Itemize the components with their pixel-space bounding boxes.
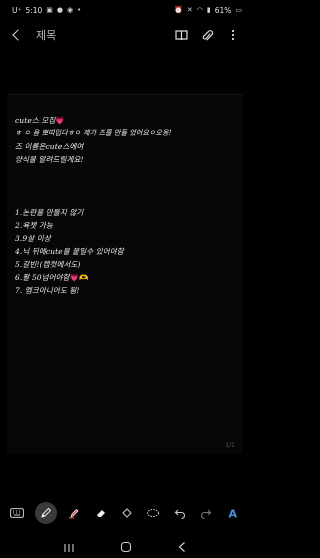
app-actions	[174, 28, 240, 42]
svg-text:A: A	[228, 508, 237, 520]
pen-icon[interactable]	[34, 502, 57, 524]
redo-icon[interactable]	[197, 504, 215, 522]
note-line-1: cute스 모집💗	[15, 116, 65, 125]
image-icon: ▣	[46, 6, 53, 14]
rule-line-3: 3.9살 이상	[15, 234, 51, 243]
rule-line-7: 7. 멤크아니어도 됨!	[15, 286, 80, 295]
status-right: ⏰ ✕ ◠ ▮ 61% ▭	[174, 6, 242, 15]
home-button[interactable]	[120, 538, 132, 557]
rule-line-6: 6.팔 50넘어야함💗🫶	[15, 273, 89, 282]
keyboard-icon[interactable]	[8, 504, 26, 522]
mute-icon: ✕	[186, 6, 193, 14]
text-style-icon[interactable]: A	[224, 504, 242, 522]
system-nav-bar	[0, 536, 250, 558]
chat-icon: ●	[56, 6, 64, 14]
note-title[interactable]: 제목	[36, 27, 56, 43]
select-icon[interactable]	[118, 504, 136, 522]
rule-line-5: 5.갈빈!(캡컷에서도)	[15, 260, 81, 269]
undo-icon[interactable]	[171, 504, 189, 522]
note-line-4: 양식을 알려드릴게요!	[15, 155, 84, 164]
message-icon: ◉	[67, 6, 74, 14]
app-bar: 제목	[0, 20, 250, 50]
page-indicator: 1/1	[225, 442, 235, 449]
back-arrow-icon[interactable]	[10, 28, 24, 42]
time-label: 5:10	[25, 5, 43, 15]
highlighter-icon[interactable]	[65, 504, 83, 522]
lasso-icon[interactable]	[144, 504, 162, 522]
drawing-toolbar: A	[0, 500, 250, 526]
rule-line-2: 2.욕챗 가능	[15, 221, 53, 230]
battery-icon: ▭	[235, 6, 242, 14]
recents-button[interactable]	[63, 538, 75, 557]
more-icon[interactable]	[226, 28, 240, 42]
carrier-label: U⁺	[12, 5, 22, 15]
eraser-icon[interactable]	[92, 504, 110, 522]
dot-icon: •	[77, 6, 82, 14]
wifi-icon: ◠	[196, 6, 203, 14]
book-icon[interactable]	[174, 28, 188, 42]
battery-label: 61%	[214, 5, 232, 15]
note-line-2: ㅎ ㅇ 음 뽀띠입다ㅎㅇ 제가 즈를 만들 었어요ㅇ오옹!	[15, 129, 172, 137]
status-left: U⁺ 5:10 ▣ ● ◉ •	[12, 6, 81, 15]
attach-icon[interactable]	[200, 28, 214, 42]
rule-line-4: 4.닉 뒤에cute을 붙일수 있어야함	[15, 247, 124, 256]
status-bar: U⁺ 5:10 ▣ ● ◉ • ⏰ ✕ ◠ ▮ 61% ▭	[0, 0, 250, 20]
signal-icon: ▮	[206, 6, 211, 14]
back-button[interactable]	[177, 538, 187, 557]
alarm-icon: ⏰	[174, 6, 183, 14]
note-line-3: 즈 이름은cute스에여	[15, 142, 84, 151]
rule-line-1: 1.논란을 만들지 않기	[15, 208, 84, 217]
note-page[interactable]: cute스 모집💗 ㅎ ㅇ 음 뽀띠입다ㅎㅇ 제가 즈를 만들 었어요ㅇ오옹! …	[7, 94, 243, 454]
